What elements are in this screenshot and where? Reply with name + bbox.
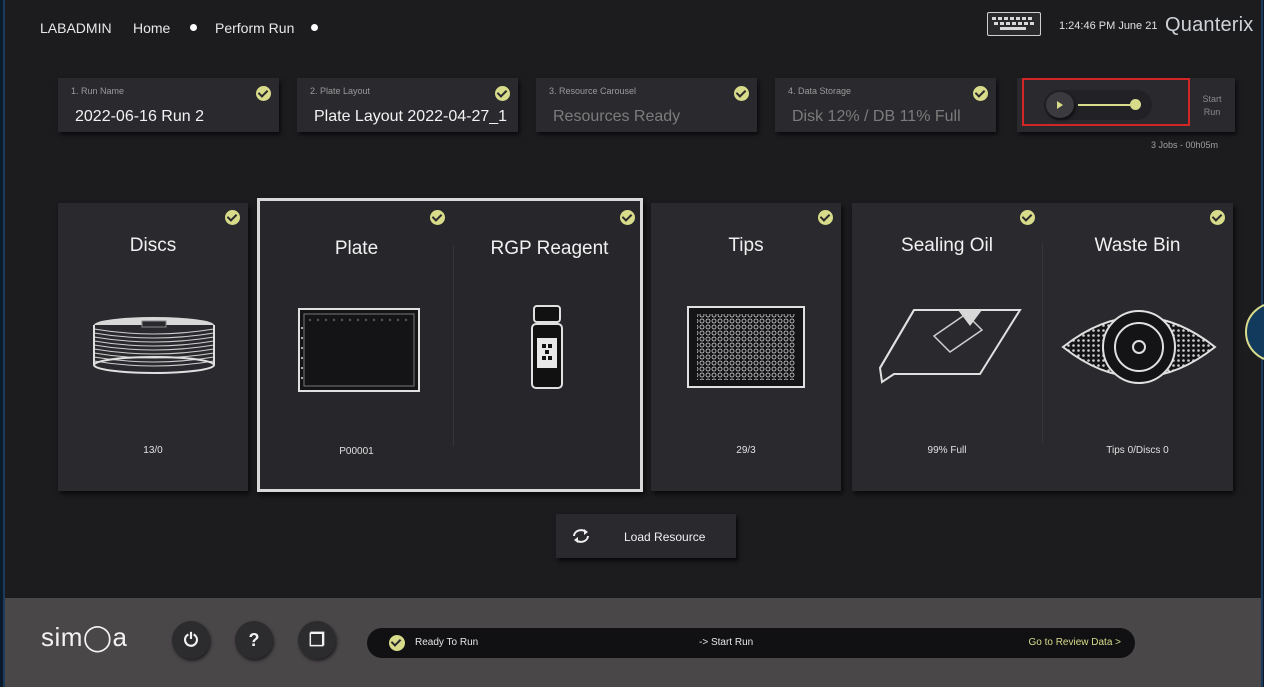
breadcrumb-dot-icon	[190, 24, 197, 31]
step-data-storage[interactable]: 4. Data Storage Disk 12% / DB 11% Full	[775, 78, 996, 132]
start-label-line1: Start	[1202, 94, 1222, 104]
user-name: LABADMIN	[40, 20, 112, 36]
resource-title: Sealing Oil	[901, 235, 993, 256]
discs-icon	[93, 317, 215, 374]
step-label: 2. Plate Layout	[310, 86, 371, 96]
bottom-bar: sim◯a ⏻ ? ❐ Ready To Run -> Start Run Go…	[5, 598, 1261, 687]
check-icon	[225, 210, 240, 225]
tips-icon	[687, 306, 805, 388]
check-icon	[1020, 210, 1035, 225]
step-run-name[interactable]: 1. Run Name 2022-06-16 Run 2	[58, 78, 279, 132]
resource-title: Plate	[334, 238, 379, 259]
resource-value: 99% Full	[927, 445, 967, 456]
start-run-label: Start Run	[1197, 93, 1227, 119]
status-bar: Ready To Run -> Start Run Go to Review D…	[367, 628, 1135, 658]
check-icon	[818, 210, 833, 225]
slider-end-dot	[1130, 99, 1141, 110]
help-icon: ?	[248, 630, 260, 650]
resource-title: Waste Bin	[1094, 235, 1181, 256]
divider	[1042, 243, 1043, 443]
slider-line	[1078, 104, 1132, 106]
resource-value: P00001	[339, 446, 374, 457]
start-run-control: Start Run	[1017, 78, 1235, 132]
check-icon	[973, 86, 988, 101]
status-text: Ready To Run	[415, 637, 479, 648]
nav-perform-run-link[interactable]: Perform Run	[215, 20, 294, 36]
breadcrumb-dot-icon	[311, 24, 318, 31]
load-resource-label: Load Resource	[624, 530, 706, 544]
reagent-bottle-icon	[531, 305, 563, 389]
step-plate-layout[interactable]: 2. Plate Layout Plate Layout 2022-04-27_…	[297, 78, 518, 132]
side-panel-toggle[interactable]	[1245, 302, 1264, 362]
step-value: Disk 12% / DB 11% Full	[792, 108, 961, 125]
step-label: 4. Data Storage	[788, 86, 852, 96]
simoa-logo: sim◯a	[41, 622, 128, 652]
copy-button[interactable]: ❐	[298, 621, 336, 659]
resource-discs[interactable]: Discs 13/0	[58, 203, 248, 491]
resource-value: Tips 0/Discs 0	[1106, 445, 1169, 456]
start-run-hint: -> Start Run	[699, 637, 754, 648]
help-button[interactable]: ?	[235, 621, 273, 659]
start-run-highlight	[1022, 78, 1190, 126]
power-button[interactable]: ⏻	[172, 621, 210, 659]
check-icon	[430, 210, 445, 225]
resource-oil-waste[interactable]: Sealing Oil Waste Bin 99% Full Tips 0/Di…	[852, 203, 1233, 491]
top-nav: LABADMIN Home Perform Run 1:24:46 PM Jun…	[5, 0, 1261, 54]
clock: 1:24:46 PM June 21	[1059, 20, 1158, 32]
app-window: LABADMIN Home Perform Run 1:24:46 PM Jun…	[3, 0, 1264, 687]
review-data-link[interactable]: Go to Review Data >	[1028, 637, 1121, 648]
jobs-summary: 3 Jobs - 00h05m	[1151, 140, 1219, 150]
resource-value: 29/3	[736, 445, 756, 456]
check-icon	[256, 86, 271, 101]
check-icon	[620, 210, 635, 225]
step-value: Plate Layout 2022-04-27_1	[314, 108, 508, 125]
step-resource-carousel[interactable]: 3. Resource Carousel Resources Ready	[536, 78, 757, 132]
step-value: Resources Ready	[553, 108, 681, 125]
resource-value: 13/0	[143, 445, 163, 456]
resource-tips[interactable]: Tips 29/3	[651, 203, 841, 491]
step-value: 2022-06-16 Run 2	[75, 108, 204, 125]
power-icon: ⏻	[183, 630, 199, 650]
check-icon	[734, 86, 749, 101]
start-label-line2: Run	[1203, 107, 1221, 117]
start-run-slider[interactable]	[1044, 90, 1152, 120]
refresh-icon	[573, 529, 589, 543]
keyboard-icon[interactable]	[987, 12, 1041, 36]
sealing-oil-icon	[878, 309, 1022, 384]
brand-logo: Quanterix	[1165, 14, 1254, 36]
waste-bin-icon	[1061, 310, 1217, 384]
copy-icon: ❐	[308, 630, 326, 650]
play-icon[interactable]	[1046, 92, 1074, 118]
resource-plate-rgp[interactable]: Plate RGP Reagent P00001	[257, 198, 643, 492]
check-icon	[389, 635, 405, 651]
resource-title: Discs	[129, 235, 177, 256]
divider	[453, 246, 454, 446]
resource-title: RGP Reagent	[490, 238, 609, 259]
plate-icon	[298, 308, 420, 392]
check-icon	[495, 86, 510, 101]
resource-title: Tips	[728, 235, 764, 256]
step-label: 3. Resource Carousel	[549, 86, 637, 96]
step-label: 1. Run Name	[71, 86, 125, 96]
nav-home-link[interactable]: Home	[133, 20, 170, 36]
load-resource-button[interactable]: Load Resource	[556, 514, 736, 558]
check-icon	[1210, 210, 1225, 225]
